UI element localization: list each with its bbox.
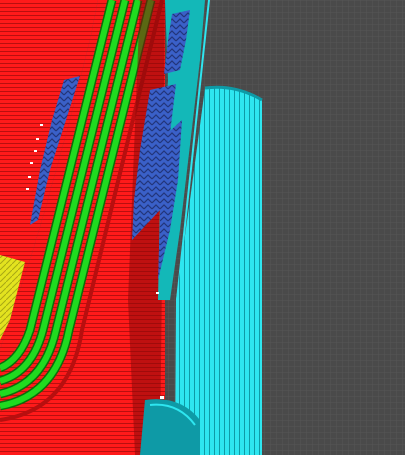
layer-preview-viewport[interactable] [0, 0, 405, 455]
toolpath-preview-canvas[interactable] [0, 0, 405, 455]
